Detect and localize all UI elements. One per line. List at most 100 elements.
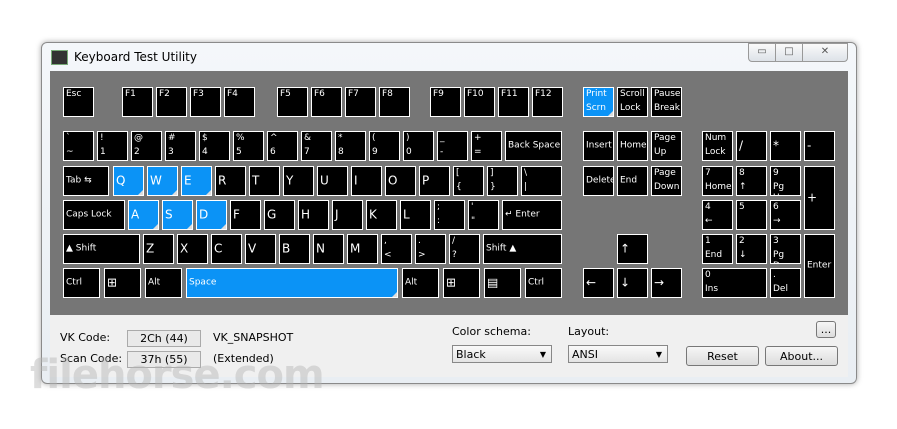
key-k9[interactable]: (9 (369, 131, 400, 161)
key-f[interactable]: F (230, 200, 261, 230)
key-a[interactable]: A (128, 200, 159, 230)
key-f4[interactable]: F4 (224, 87, 255, 117)
key-space[interactable]: Space (186, 268, 398, 298)
key-x[interactable]: X (177, 234, 208, 264)
key-f11[interactable]: F11 (498, 87, 529, 117)
key-g[interactable]: G (264, 200, 295, 230)
minimize-button[interactable]: ▭ (748, 43, 776, 62)
key-p[interactable]: P (419, 166, 450, 196)
key-rbr[interactable]: ]} (487, 166, 518, 196)
key-o[interactable]: O (385, 166, 416, 196)
key-n5[interactable]: 5 (736, 200, 767, 230)
key-numlk[interactable]: Num Lock (702, 131, 733, 161)
key-n8[interactable]: 8 ↑ (736, 166, 767, 196)
key-n7[interactable]: 7 Home (702, 166, 733, 196)
key-d[interactable]: D (196, 200, 227, 230)
key-k3[interactable]: #3 (165, 131, 196, 161)
maximize-button[interactable]: □ (775, 43, 803, 62)
key-semi[interactable]: ;: (434, 200, 465, 230)
key-n3[interactable]: 3 Pg Dn (770, 234, 801, 264)
key-minus[interactable]: _ - (437, 131, 468, 161)
key-f10[interactable]: F10 (464, 87, 495, 117)
key-n2[interactable]: 2 ↓ (736, 234, 767, 264)
key-tilde[interactable]: ` ~ (63, 131, 94, 161)
key-f9[interactable]: F9 (430, 87, 461, 117)
key-nadd[interactable]: + (804, 166, 835, 230)
key-i[interactable]: I (351, 166, 382, 196)
key-pgup[interactable]: Page Up (651, 131, 682, 161)
key-z[interactable]: Z (143, 234, 174, 264)
key-k[interactable]: K (366, 200, 397, 230)
key-esc[interactable]: Esc (63, 87, 94, 117)
key-enter[interactable]: ↵ Enter (502, 200, 562, 230)
key-l[interactable]: L (400, 200, 431, 230)
key-u[interactable]: U (317, 166, 348, 196)
key-period[interactable]: . > (415, 234, 446, 264)
key-j[interactable]: J (332, 200, 363, 230)
key-right[interactable]: → (651, 268, 682, 298)
more-button[interactable]: ... (816, 321, 836, 338)
key-ralt[interactable]: Alt (402, 268, 439, 298)
reset-button[interactable]: Reset (686, 346, 759, 366)
key-y[interactable]: Y (283, 166, 314, 196)
key-quote[interactable]: ' " (468, 200, 499, 230)
key-w[interactable]: W (147, 166, 178, 196)
key-k0[interactable]: ) 0 (403, 131, 434, 161)
key-caps[interactable]: Caps Lock (63, 200, 125, 230)
key-n0[interactable]: 0 Ins (702, 268, 767, 298)
key-pause[interactable]: Pause Break (651, 87, 682, 117)
key-s[interactable]: S (162, 200, 193, 230)
key-left[interactable]: ← (583, 268, 614, 298)
key-k2[interactable]: @2 (131, 131, 162, 161)
key-lalt[interactable]: Alt (145, 268, 182, 298)
key-bslash[interactable]: \ | (521, 166, 562, 196)
key-f5[interactable]: F5 (277, 87, 308, 117)
key-n4[interactable]: 4 ← (702, 200, 733, 230)
key-ndot[interactable]: . Del (770, 268, 801, 298)
key-k1[interactable]: ! 1 (97, 131, 128, 161)
key-b[interactable]: B (279, 234, 310, 264)
key-ndiv[interactable]: / (736, 131, 767, 161)
color-schema-select[interactable]: Black ▼ (452, 345, 552, 363)
key-nsub[interactable]: - (804, 131, 835, 161)
key-v[interactable]: V (245, 234, 276, 264)
key-scrlk[interactable]: Scroll Lock (617, 87, 648, 117)
key-f12[interactable]: F12 (532, 87, 563, 117)
key-n1[interactable]: 1 End (702, 234, 733, 264)
key-lctrl[interactable]: Ctrl (63, 268, 100, 298)
key-t[interactable]: T (249, 166, 280, 196)
key-k6[interactable]: ^ 6 (267, 131, 298, 161)
key-comma[interactable]: , < (381, 234, 412, 264)
key-up[interactable]: ↑ (617, 234, 648, 264)
about-button[interactable]: About... (765, 346, 838, 366)
key-home[interactable]: Home (617, 131, 648, 161)
key-k5[interactable]: % 5 (233, 131, 264, 161)
key-f1[interactable]: F1 (122, 87, 153, 117)
key-n[interactable]: N (313, 234, 344, 264)
key-lbr[interactable]: [{ (453, 166, 484, 196)
key-del[interactable]: Delete (583, 166, 614, 196)
key-bksp[interactable]: Back Space (505, 131, 562, 161)
key-f7[interactable]: F7 (345, 87, 376, 117)
key-pgdn[interactable]: Page Down (651, 166, 682, 196)
key-ins[interactable]: Insert (583, 131, 614, 161)
layout-select[interactable]: ANSI ▼ (568, 345, 668, 363)
key-prtsc[interactable]: Print Scrn (583, 87, 614, 117)
close-button[interactable]: ✕ (802, 43, 848, 62)
key-menu[interactable]: ▤ (484, 268, 521, 298)
key-e[interactable]: E (181, 166, 212, 196)
key-n9[interactable]: 9 Pg Up (770, 166, 801, 196)
key-rctrl[interactable]: Ctrl (525, 268, 562, 298)
key-lshift[interactable]: ▲ Shift (63, 234, 140, 264)
key-k8[interactable]: * 8 (335, 131, 366, 161)
key-end[interactable]: End (617, 166, 648, 196)
key-k7[interactable]: & 7 (301, 131, 332, 161)
key-slash[interactable]: /? (449, 234, 480, 264)
key-lwin[interactable]: ⊞ (104, 268, 141, 298)
key-h[interactable]: H (298, 200, 329, 230)
key-r[interactable]: R (215, 166, 246, 196)
key-nmul[interactable]: * (770, 131, 801, 161)
key-n6[interactable]: 6 → (770, 200, 801, 230)
key-cc[interactable]: C (211, 234, 242, 264)
key-f2[interactable]: F2 (156, 87, 187, 117)
